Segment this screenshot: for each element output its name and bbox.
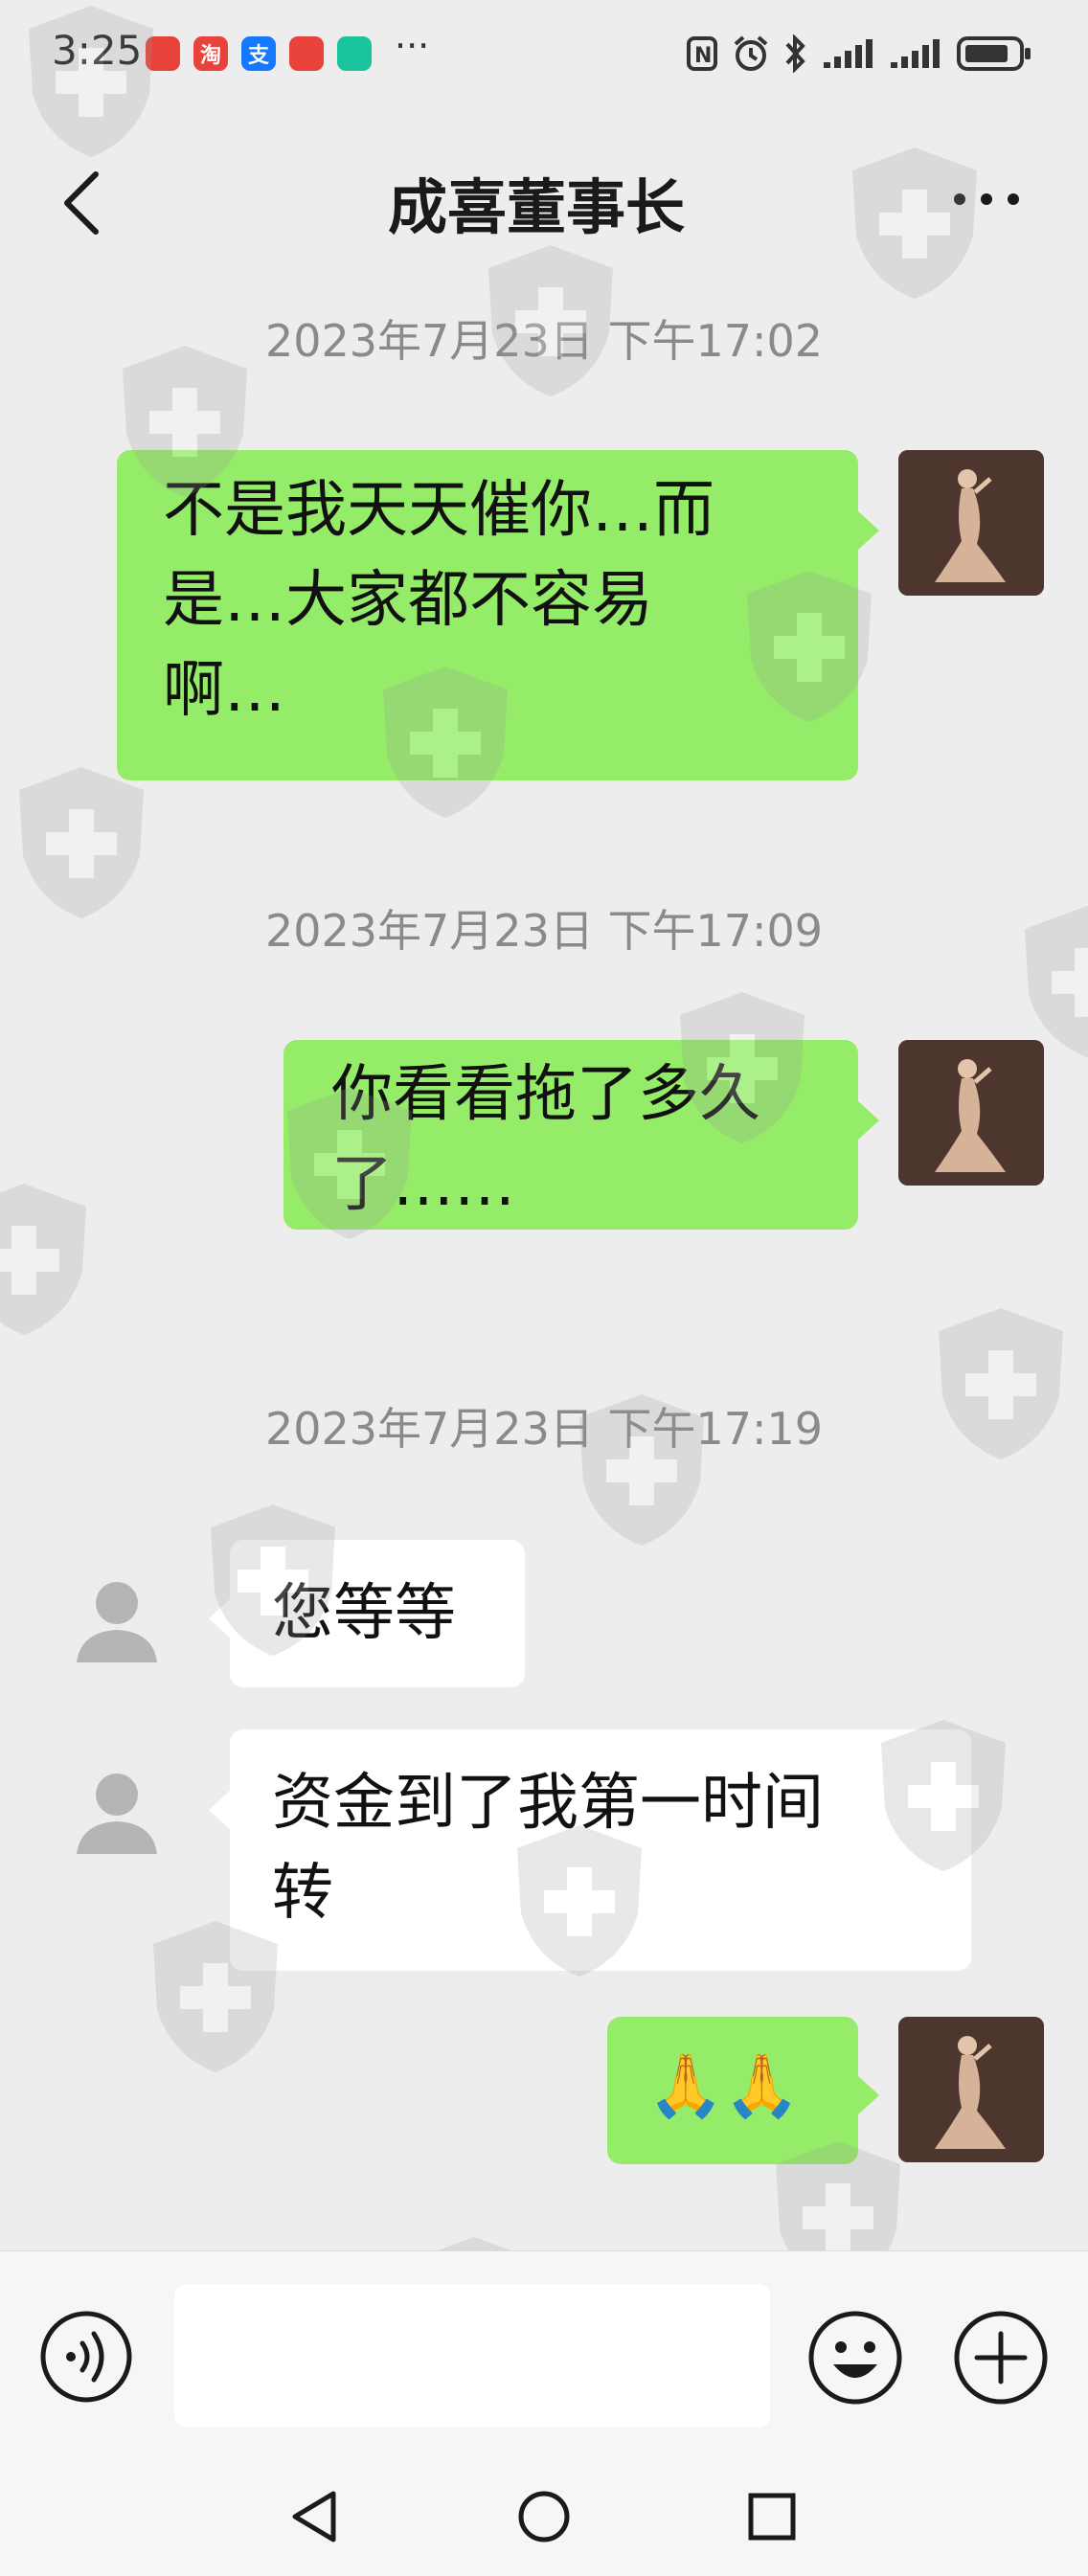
bubble-tail [209,1599,230,1638]
message-input-bar [0,2250,1088,2452]
avatar-image-icon [898,1040,1044,1186]
notification-app-icons: 淘 支 [146,36,372,71]
red-app-icon [289,36,324,71]
message-line: 资金到了我第一时间 [272,1768,824,1839]
more-notifications-icon: ··· [395,25,430,67]
status-time: 3:25 [52,27,143,74]
message-line: 转 [272,1858,333,1929]
nfc-icon: N [687,36,717,71]
message-timestamp: 2023年7月23日 下午17:02 [264,315,824,367]
my-avatar[interactable] [898,450,1044,596]
bubble-tail [858,2076,879,2114]
plus-icon[interactable] [952,2309,1050,2407]
message-list[interactable]: 2023年7月23日 下午17:02 不是我天天催你…而 是…大家都不容易 啊…… [0,268,1088,2250]
taobao-app-icon: 淘 [193,36,228,71]
more-dots-icon[interactable] [948,180,1025,218]
default-avatar-icon [77,1582,157,1662]
battery-icon [957,36,1031,71]
my-message-bubble[interactable]: 你看看拖了多久 了…… [283,1040,858,1230]
system-status-icons: N [686,34,1032,73]
my-avatar[interactable] [898,1040,1044,1186]
message-line: 你看看拖了多久 [331,1059,760,1130]
contact-message-bubble[interactable]: 资金到了我第一时间 转 [230,1729,971,1971]
home-circle-icon[interactable] [506,2478,582,2555]
contact-avatar[interactable] [59,1758,174,1873]
back-triangle-icon[interactable] [278,2478,354,2555]
voice-icon[interactable] [38,2309,134,2405]
signal-icon [824,39,873,68]
my-avatar[interactable] [898,2017,1044,2162]
alarm-icon [734,35,768,71]
message-line: 您等等 [272,1578,456,1649]
message-line: 啊… [163,655,285,726]
default-avatar-icon [77,1774,157,1854]
message-line: 了…… [331,1149,515,1220]
message-line: 是…大家都不容易 [163,565,653,636]
message-text-input[interactable] [174,2284,770,2428]
recents-square-icon[interactable] [734,2478,810,2555]
huawei-app-icon [146,36,180,71]
svg-text:N: N [694,44,712,68]
alipay-app-icon: 支 [241,36,276,71]
my-message-bubble[interactable]: 🙏🙏 [607,2017,858,2164]
bubble-tail [858,511,879,550]
contact-message-bubble[interactable]: 您等等 [230,1540,525,1687]
chat-title: 成喜董事长 [387,172,685,242]
chat-header: 成喜董事长 [0,124,1088,268]
message-line: 🙏🙏 [647,2051,801,2122]
status-bar: 3:25 淘 支 ··· N [0,0,1088,113]
bubble-tail [209,1791,230,1829]
avatar-image-icon [898,2017,1044,2162]
system-nav-bar [0,2452,1088,2576]
message-timestamp: 2023年7月23日 下午17:09 [264,905,824,957]
contact-avatar[interactable] [59,1567,174,1682]
emoji-icon[interactable] [806,2309,904,2407]
my-message-bubble[interactable]: 不是我天天催你…而 是…大家都不容易 啊… [117,450,858,780]
signal-icon [891,39,940,68]
bubble-tail [858,1101,879,1140]
shield-app-icon [337,36,372,71]
message-timestamp: 2023年7月23日 下午17:19 [264,1403,824,1455]
bluetooth-icon [785,34,805,73]
message-line: 不是我天天催你…而 [163,475,714,546]
avatar-image-icon [898,450,1044,596]
